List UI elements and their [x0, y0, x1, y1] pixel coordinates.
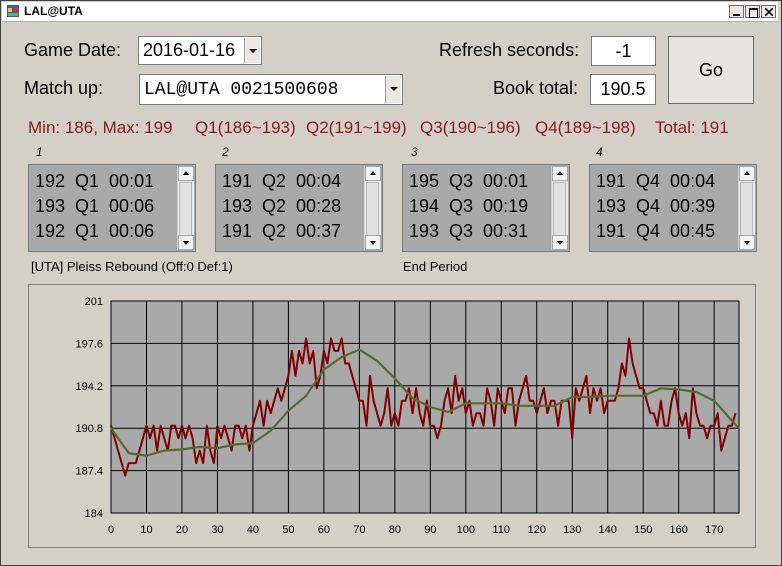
- y-tick-label: 201: [85, 296, 103, 308]
- game-date-picker[interactable]: 2016-01-16: [138, 36, 262, 65]
- book-total-input[interactable]: 190.5: [590, 74, 656, 105]
- scroll-down-icon[interactable]: [552, 235, 568, 250]
- list-item[interactable]: 191 Q4 00:45: [596, 221, 715, 242]
- list-item[interactable]: 193 Q1 00:06: [35, 196, 154, 217]
- list-item[interactable]: 191 Q4 00:04: [596, 171, 715, 192]
- list-item[interactable]: 193 Q2 00:28: [222, 196, 341, 217]
- x-tick-label: 150: [634, 524, 652, 536]
- x-tick-label: 120: [528, 524, 546, 536]
- y-tick-label: 187.4: [75, 466, 103, 478]
- x-tick-label: 160: [670, 524, 688, 536]
- scroll-down-icon[interactable]: [739, 235, 755, 250]
- line-chart: 184 187.4 190.8 194.2 197.6 201 0 10 20 30 40 50 60 7…: [75, 296, 740, 536]
- main-window: LAL@UTA Game Date: 2016-01-16 Match up: …: [0, 0, 782, 566]
- period-status-text: End Period: [403, 259, 468, 274]
- x-tick-label: 20: [176, 524, 188, 536]
- x-tick-label: 140: [599, 524, 617, 536]
- scroll-up-icon[interactable]: [178, 166, 194, 181]
- x-tick-label: 90: [424, 524, 436, 536]
- q1-range-text: Q1(186~193): [195, 118, 296, 137]
- x-tick-label: 170: [705, 524, 723, 536]
- quarter-3-label: 3: [411, 145, 418, 159]
- list-item[interactable]: 192 Q1 00:01: [35, 171, 154, 192]
- y-tick-label: 190.8: [75, 423, 103, 435]
- minimize-button[interactable]: [729, 5, 744, 18]
- matchup-label: Match up:: [24, 78, 104, 98]
- list-item[interactable]: 193 Q3 00:31: [409, 221, 528, 242]
- x-tick-label: 100: [457, 524, 475, 536]
- quarter-3-list[interactable]: 195 Q3 00:01 194 Q3 00:19 193 Q3 00:31: [402, 164, 570, 252]
- scroll-up-icon[interactable]: [552, 166, 568, 181]
- y-tick-label: 184: [85, 508, 103, 520]
- chart-panel: 184 187.4 190.8 194.2 197.6 201 0 10 20 30 40 50 60 7…: [28, 284, 756, 548]
- quarter-4-label: 4: [596, 145, 603, 159]
- list-item[interactable]: 191 Q2 00:37: [222, 221, 341, 242]
- quarter-1-label: 1: [36, 145, 43, 159]
- total-text: Total: 191: [655, 118, 729, 137]
- x-tick-label: 40: [247, 524, 259, 536]
- quarter-2-list[interactable]: 191 Q2 00:04 193 Q2 00:28 191 Q2 00:37: [215, 164, 383, 252]
- chevron-down-icon[interactable]: [385, 76, 401, 103]
- scroll-thumb[interactable]: [366, 182, 379, 236]
- x-tick-label: 80: [389, 524, 401, 536]
- game-date-label: Game Date:: [24, 40, 122, 60]
- maximize-button[interactable]: [745, 5, 760, 18]
- list-item[interactable]: 195 Q3 00:01: [409, 171, 528, 192]
- x-tick-label: 30: [211, 524, 223, 536]
- scroll-down-icon[interactable]: [178, 235, 194, 250]
- quarter-4-list[interactable]: 191 Q4 00:04 193 Q4 00:39 191 Q4 00:45: [589, 164, 757, 252]
- x-tick-label: 50: [282, 524, 294, 536]
- quarter-2-label: 2: [222, 145, 229, 159]
- last-play-text: [UTA] Pleiss Rebound (Off:0 Def:1): [31, 259, 233, 274]
- scroll-thumb[interactable]: [740, 182, 753, 236]
- quarter-1-list[interactable]: 192 Q1 00:01 193 Q1 00:06 192 Q1 00:06: [28, 164, 196, 252]
- x-tick-label: 130: [563, 524, 581, 536]
- scroll-up-icon[interactable]: [365, 166, 381, 181]
- scroll-thumb[interactable]: [179, 182, 192, 236]
- game-date-value: 2016-01-16: [143, 40, 236, 60]
- x-tick-label: 70: [353, 524, 365, 536]
- list-item[interactable]: 192 Q1 00:06: [35, 221, 154, 242]
- title-bar[interactable]: LAL@UTA: [2, 2, 778, 22]
- list-item[interactable]: 193 Q4 00:39: [596, 196, 715, 217]
- matchup-value: LAL@UTA 0021500608: [144, 80, 339, 100]
- q3-range-text: Q3(190~196): [420, 118, 521, 137]
- app-icon: [7, 5, 19, 17]
- min-max-text: Min: 186, Max: 199: [28, 118, 173, 137]
- scroll-down-icon[interactable]: [365, 235, 381, 250]
- q2-range-text: Q2(191~199): [306, 118, 407, 137]
- x-tick-label: 60: [318, 524, 330, 536]
- refresh-seconds-input[interactable]: -1: [591, 36, 656, 66]
- q4-range-text: Q4(189~198): [535, 118, 636, 137]
- close-icon: [765, 8, 773, 16]
- go-button[interactable]: Go: [668, 36, 754, 104]
- vertical-scrollbar[interactable]: [738, 166, 755, 250]
- x-tick-label: 10: [140, 524, 152, 536]
- book-total-label: Book total:: [493, 78, 579, 98]
- vertical-scrollbar[interactable]: [551, 166, 568, 250]
- y-tick-label: 194.2: [75, 381, 103, 393]
- list-item[interactable]: 191 Q2 00:04: [222, 171, 341, 192]
- x-tick-label: 110: [493, 524, 511, 536]
- list-item[interactable]: 194 Q3 00:19: [409, 196, 528, 217]
- x-tick-label: 0: [108, 524, 114, 536]
- scroll-thumb[interactable]: [553, 182, 566, 236]
- window-title: LAL@UTA: [24, 4, 83, 18]
- close-button[interactable]: [761, 5, 776, 18]
- y-tick-label: 197.6: [75, 338, 103, 350]
- matchup-select[interactable]: LAL@UTA 0021500608: [139, 74, 403, 105]
- chevron-down-icon[interactable]: [244, 38, 260, 63]
- vertical-scrollbar[interactable]: [177, 166, 194, 250]
- refresh-label: Refresh seconds:: [439, 40, 580, 60]
- scroll-up-icon[interactable]: [739, 166, 755, 181]
- vertical-scrollbar[interactable]: [364, 166, 381, 250]
